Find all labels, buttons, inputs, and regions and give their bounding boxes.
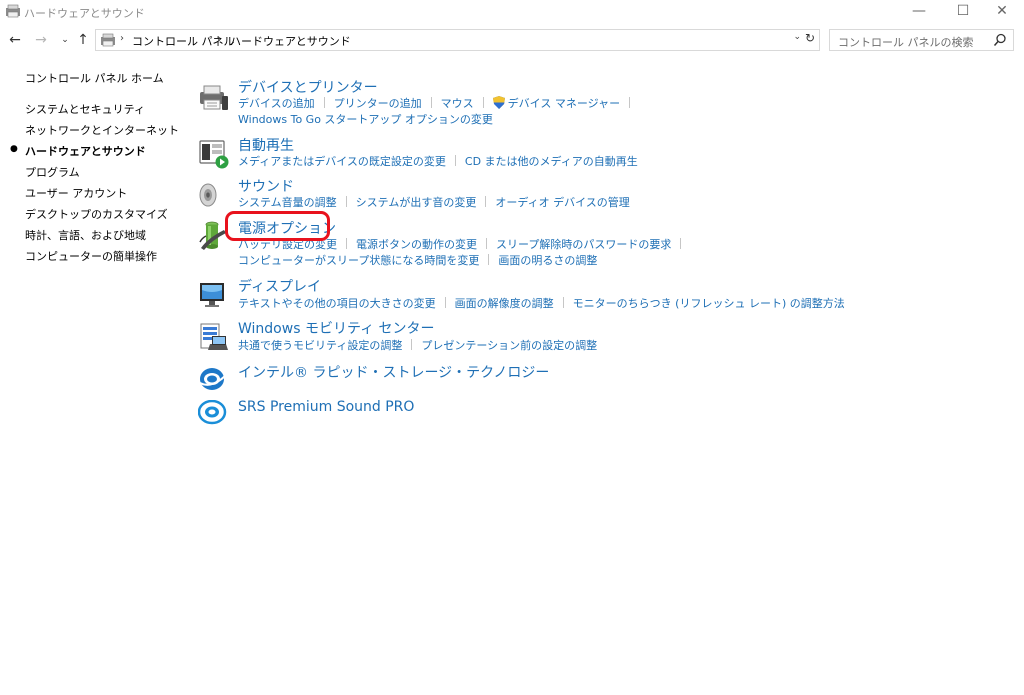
window-title: ハードウェアとサウンド — [24, 7, 145, 20]
red-highlight-marker — [225, 211, 330, 241]
manage-audio-devices-link[interactable]: オーディオ デバイスの管理 — [495, 196, 629, 209]
mouse-link[interactable]: マウス — [441, 97, 474, 110]
search-icon[interactable] — [993, 33, 1007, 47]
category-title-intel-rst[interactable]: インテル® ラピッド・ストレージ・テクノロジー — [238, 362, 549, 382]
divider — [411, 339, 413, 350]
maximize-button[interactable]: ☐ — [944, 0, 982, 24]
power-links-row2: コンピューターがスリープ状態になる時間を変更 画面の明るさの調整 — [238, 252, 597, 268]
sidebar-item-desktop-customization[interactable]: デスクトップのカスタマイズ — [25, 206, 168, 222]
adjust-system-volume-link[interactable]: システム音量の調整 — [238, 196, 337, 209]
divider — [444, 297, 446, 308]
sidebar-item-hardware-sound[interactable]: ハードウェアとサウンド — [25, 143, 146, 159]
up-button[interactable]: ↑ — [74, 30, 92, 50]
change-power-button-link[interactable]: 電源ボタンの動作の変更 — [356, 238, 477, 251]
speaker-icon[interactable] — [198, 179, 230, 211]
divider — [680, 238, 682, 249]
sidebar-item-programs[interactable]: プログラム — [25, 164, 80, 180]
sidebar-home-link[interactable]: コントロール パネル ホーム — [25, 70, 164, 86]
uac-shield-icon — [492, 96, 505, 109]
autoplay-cd-link[interactable]: CD または他のメディアの自動再生 — [465, 155, 638, 168]
category-title-sound[interactable]: サウンド — [238, 176, 294, 196]
refresh-button[interactable]: ↻ — [802, 30, 818, 46]
add-device-link[interactable]: デバイスの追加 — [238, 97, 315, 110]
require-password-on-wake-link[interactable]: スリープ解除時のパスワードの要求 — [496, 238, 671, 251]
back-button[interactable]: ← — [6, 30, 24, 50]
chevron-right-icon[interactable]: › — [120, 33, 124, 44]
category-title-display[interactable]: ディスプレイ — [238, 276, 321, 296]
add-printer-link[interactable]: プリンターの追加 — [334, 97, 422, 110]
divider — [629, 97, 631, 108]
sidebar-item-system-security[interactable]: システムとセキュリティ — [25, 101, 145, 117]
mobility-links-row1: 共通で使うモビリティ設定の調整 プレゼンテーション前の設定の調整 — [238, 337, 597, 353]
divider — [346, 238, 347, 249]
category-title-autoplay[interactable]: 自動再生 — [238, 135, 294, 155]
sound-links-row1: システム音量の調整 システムが出す音の変更 オーディオ デバイスの管理 — [238, 194, 630, 210]
sidebar-item-clock-region[interactable]: 時計、言語、および地域 — [25, 227, 146, 243]
close-button[interactable]: ✕ — [983, 0, 1021, 24]
change-text-size-link[interactable]: テキストやその他の項目の大きさの変更 — [238, 297, 436, 310]
autoplay-icon[interactable] — [198, 138, 230, 170]
devices-links-row2: Windows To Go スタートアップ オプションの変更 — [238, 111, 493, 127]
category-title-devices-printers[interactable]: デバイスとプリンター — [238, 77, 378, 97]
sidebar-item-ease-of-access[interactable]: コンピューターの簡単操作 — [25, 248, 157, 264]
change-system-sounds-link[interactable]: システムが出す音の変更 — [356, 196, 477, 209]
forward-button[interactable]: → — [32, 30, 50, 50]
divider — [486, 238, 487, 249]
control-panel-icon — [6, 4, 20, 18]
minimize-button[interactable]: — — [900, 0, 938, 24]
monitor-icon[interactable] — [198, 280, 230, 312]
chevron-down-icon[interactable]: ⌄ — [793, 32, 801, 42]
search-input[interactable]: コントロール パネルの検索 — [838, 34, 974, 50]
category-title-srs-premium-sound[interactable]: SRS Premium Sound PRO — [238, 399, 414, 415]
adjust-screen-brightness-link[interactable]: 画面の明るさの調整 — [498, 254, 597, 267]
display-links-row1: テキストやその他の項目の大きさの変更 画面の解像度の調整 モニターのちらつき (リフ… — [238, 295, 845, 311]
breadcrumb-hardware-sound[interactable]: ハードウェアとサウンド — [230, 33, 351, 49]
divider — [323, 97, 325, 108]
refresh-rate-link[interactable]: モニターのちらつき (リフレッシュ レート) の調整方法 — [573, 297, 845, 310]
autoplay-links-row1: メディアまたはデバイスの既定設定の変更 CD または他のメディアの自動再生 — [238, 153, 638, 169]
recent-locations-button[interactable]: ⌄ — [56, 30, 74, 50]
divider — [345, 196, 347, 207]
intel-rst-icon[interactable] — [198, 364, 230, 396]
current-item-bullet: ● — [10, 144, 18, 154]
title-bar: ハードウェアとサウンド — ☐ ✕ — [0, 0, 1024, 24]
divider — [485, 196, 487, 207]
presentation-settings-link[interactable]: プレゼンテーション前の設定の調整 — [421, 339, 597, 352]
change-sleep-time-link[interactable]: コンピューターがスリープ状態になる時間を変更 — [238, 254, 479, 267]
devices-links-row1: デバイスの追加 プリンターの追加 マウス デバイス マネージャー — [238, 95, 639, 111]
divider — [454, 155, 456, 166]
srs-icon[interactable] — [198, 400, 230, 432]
device-manager-link[interactable]: デバイス マネージャー — [508, 97, 620, 110]
address-bar[interactable]: › コントロール パネル › ハードウェアとサウンド ⌄ — [95, 29, 820, 51]
sidebar-item-network[interactable]: ネットワークとインターネット — [25, 122, 179, 138]
divider — [482, 97, 484, 108]
change-default-media-settings-link[interactable]: メディアまたはデバイスの既定設定の変更 — [238, 155, 446, 168]
divider — [488, 254, 490, 265]
divider — [562, 297, 564, 308]
category-title-mobility-center[interactable]: Windows モビリティ センター — [238, 318, 435, 338]
sidebar-item-user-accounts[interactable]: ユーザー アカウント — [25, 185, 127, 201]
search-box[interactable]: コントロール パネルの検索 — [829, 29, 1014, 51]
mobility-center-icon[interactable] — [198, 322, 230, 354]
adjust-resolution-link[interactable]: 画面の解像度の調整 — [455, 297, 554, 310]
printer-icon[interactable] — [198, 82, 230, 114]
control-panel-icon — [101, 33, 115, 47]
windows-to-go-link[interactable]: Windows To Go スタートアップ オプションの変更 — [238, 113, 493, 126]
adjust-mobility-settings-link[interactable]: 共通で使うモビリティ設定の調整 — [238, 339, 402, 352]
chevron-right-icon[interactable]: › — [217, 33, 221, 44]
divider — [430, 97, 432, 108]
navigation-bar: ← → ⌄ ↑ › コントロール パネル › ハードウェアとサウンド ⌄ ↻ コ… — [0, 28, 1024, 54]
